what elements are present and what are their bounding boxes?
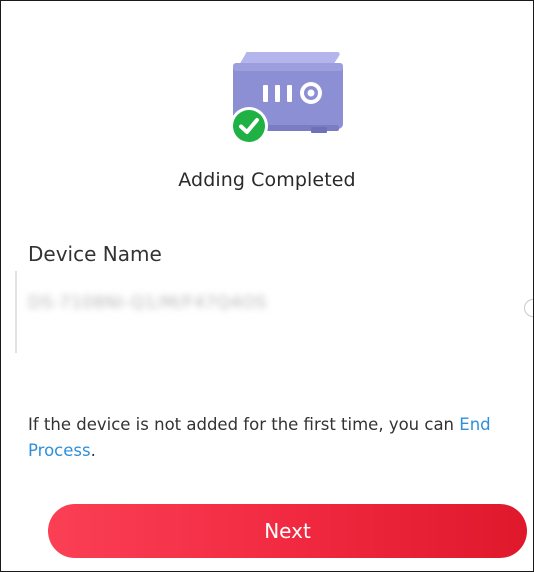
nvr-device-icon [230, 52, 343, 145]
next-button[interactable]: Next [48, 504, 527, 558]
end-process-link-end[interactable]: End [459, 415, 490, 434]
end-process-link-process[interactable]: Process [28, 441, 91, 460]
add-device-result-screen: Adding Completed Device Name DS-7108NI-Q… [0, 0, 534, 572]
device-name-label: Device Name [28, 242, 162, 266]
status-title: Adding Completed [178, 169, 356, 191]
end-process-hint: If the device is not added for the first… [28, 412, 528, 464]
hint-text: If the device is not added for the first… [28, 415, 460, 434]
success-check-icon [230, 107, 268, 145]
clear-input-icon[interactable] [524, 299, 533, 317]
device-name-value[interactable]: DS-7108NI-Q1/M/F47Q4OS [28, 293, 267, 313]
hint-suffix: . [90, 441, 96, 460]
left-edge-divider [15, 271, 17, 353]
